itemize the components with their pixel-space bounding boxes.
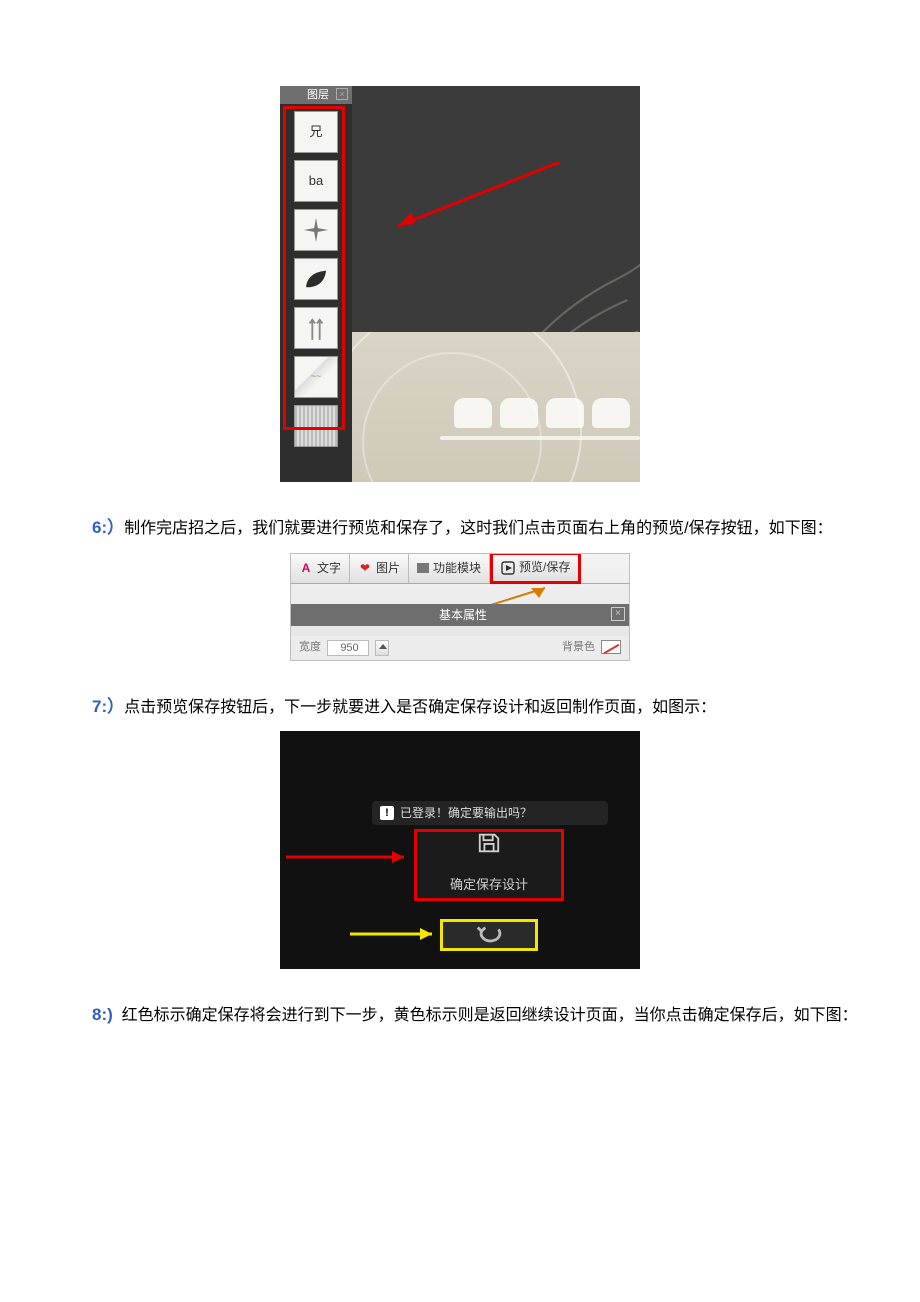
return-button[interactable] bbox=[440, 919, 538, 951]
confirm-save-label: 确定保存设计 bbox=[450, 871, 528, 900]
tab-text[interactable]: A 文字 bbox=[291, 554, 350, 583]
close-icon[interactable]: × bbox=[611, 607, 625, 621]
figure-confirm-dialog: ! 已登录！确定要输出吗？ 确定保存设计 bbox=[280, 731, 640, 969]
figure-layers-editor: 图层 × 兄 ba ~~ bbox=[280, 86, 640, 482]
layers-highlight-frame bbox=[283, 106, 345, 430]
login-banner: ! 已登录！确定要输出吗？ bbox=[372, 801, 608, 825]
width-label: 宽度 bbox=[299, 635, 321, 659]
bg-color-label: 背景色 bbox=[562, 635, 595, 659]
tab-image[interactable]: ❤ 图片 bbox=[350, 554, 409, 583]
alert-icon: ! bbox=[380, 806, 394, 820]
step-8-text: 红色标示确定保存将会进行到下一步，黄色标示则是返回继续设计页面，当你点击确定保存… bbox=[122, 1007, 858, 1024]
tab-preview-label: 预览/保存 bbox=[519, 554, 570, 580]
blob-icon bbox=[454, 398, 492, 428]
toolbar-tabs: A 文字 ❤ 图片 功能模块 预览/保存 bbox=[291, 554, 629, 584]
layers-panel-title: 图层 × bbox=[280, 86, 352, 104]
blob-icon bbox=[546, 398, 584, 428]
underline-decor bbox=[440, 436, 640, 440]
properties-bar: 基本属性 × bbox=[291, 604, 629, 626]
step-7-number: 7:） bbox=[92, 697, 124, 716]
blob-icon bbox=[500, 398, 538, 428]
annotation-arrow-red bbox=[390, 162, 560, 242]
tab-image-label: 图片 bbox=[376, 555, 400, 581]
blob-row bbox=[454, 398, 630, 428]
step-6-paragraph: 6:）制作完店招之后，我们就要进行预览和保存了，这时我们点击页面右上角的预览/保… bbox=[60, 509, 860, 546]
tab-preview-save[interactable]: 预览/保存 bbox=[490, 553, 581, 584]
tab-module[interactable]: 功能模块 bbox=[409, 554, 490, 583]
tab-text-label: 文字 bbox=[317, 555, 341, 581]
layers-panel: 图层 × 兄 ba ~~ bbox=[280, 86, 352, 482]
login-banner-text: 已登录！确定要输出吗？ bbox=[400, 800, 532, 826]
step-6-text: 制作完店招之后，我们就要进行预览和保存了，这时我们点击页面右上角的预览/保存按钮… bbox=[124, 520, 832, 537]
color-swatch[interactable] bbox=[601, 640, 621, 654]
confirm-save-button[interactable]: 确定保存设计 bbox=[414, 829, 564, 901]
step-7-paragraph: 7:）点击预览保存按钮后，下一步就要进入是否确定保存设计和返回制作页面，如图示： bbox=[60, 688, 860, 725]
heart-icon: ❤ bbox=[358, 561, 372, 575]
properties-row: 宽度 950 背景色 bbox=[291, 636, 629, 660]
text-icon: A bbox=[299, 561, 313, 575]
step-8-paragraph: 8:) 红色标示确定保存将会进行到下一步，黄色标示则是返回继续设计页面，当你点击… bbox=[60, 996, 860, 1033]
return-arrow-icon bbox=[474, 925, 504, 945]
blob-icon bbox=[592, 398, 630, 428]
annotation-arrow-red bbox=[286, 847, 412, 867]
spinner-up-icon[interactable] bbox=[375, 640, 389, 656]
tab-module-label: 功能模块 bbox=[433, 555, 481, 581]
module-icon bbox=[417, 563, 429, 573]
figure-toolbar-preview: A 文字 ❤ 图片 功能模块 预览/保存 基本属性 × bbox=[290, 553, 630, 661]
width-value[interactable]: 950 bbox=[327, 640, 369, 656]
step-6-number: 6:） bbox=[92, 518, 124, 537]
save-disk-icon bbox=[476, 831, 502, 866]
canvas-light-area bbox=[352, 332, 640, 482]
layers-panel-title-text: 图层 bbox=[307, 89, 329, 101]
annotation-arrow-yellow bbox=[350, 926, 440, 942]
close-icon[interactable]: × bbox=[336, 88, 348, 100]
step-8-number: 8:) bbox=[92, 1005, 113, 1024]
play-icon bbox=[501, 561, 515, 575]
step-7-text: 点击预览保存按钮后，下一步就要进入是否确定保存设计和返回制作页面，如图示： bbox=[124, 699, 716, 716]
properties-bar-label: 基本属性 bbox=[439, 608, 487, 622]
